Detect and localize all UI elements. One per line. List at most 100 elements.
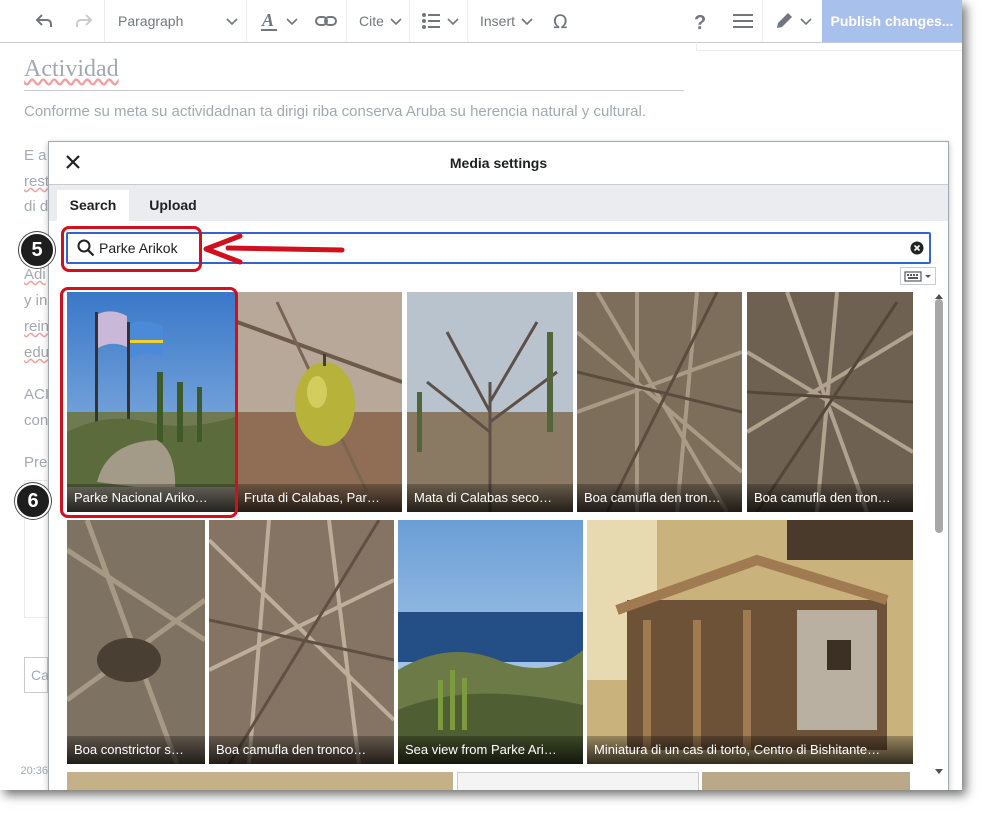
special-character-button[interactable]: Ω bbox=[552, 0, 572, 42]
dialog-tabs: Search Upload bbox=[49, 185, 948, 221]
chevron-down-icon bbox=[390, 13, 402, 29]
timestamp: 20:36 bbox=[20, 765, 48, 777]
insert-dropdown[interactable]: Insert bbox=[480, 0, 533, 42]
tab-upload[interactable]: Upload bbox=[137, 190, 209, 221]
search-highlight-box bbox=[61, 226, 202, 272]
media-result[interactable]: Sea view from Parke Ari… bbox=[398, 520, 583, 764]
media-result-caption: Boa constrictor s… bbox=[67, 736, 205, 764]
media-result[interactable]: Miniatura di un cas di torto, Centro di … bbox=[587, 520, 913, 764]
paragraph-fragment: rein bbox=[24, 318, 50, 335]
svg-text:A: A bbox=[261, 10, 274, 30]
boa-camouflage-photo-icon bbox=[209, 520, 394, 764]
tab-search[interactable]: Search bbox=[57, 190, 129, 221]
media-result-caption: Sea view from Parke Ari… bbox=[398, 736, 583, 764]
undo-button[interactable] bbox=[34, 0, 54, 42]
page-options-button[interactable] bbox=[733, 0, 753, 42]
paragraph-fragment: rest bbox=[24, 173, 50, 190]
media-result[interactable]: Mata di Calabas seco… bbox=[407, 292, 573, 512]
cite-dropdown[interactable]: Cite bbox=[359, 0, 402, 42]
paragraph-fragment: E a bbox=[24, 147, 47, 164]
insert-label: Insert bbox=[480, 13, 516, 29]
media-result[interactable]: Boa constrictor s… bbox=[67, 520, 205, 764]
media-result[interactable]: Fruta di Calabas, Par… bbox=[237, 292, 402, 512]
paragraph-fragment: edu bbox=[24, 344, 50, 361]
bullet-list-icon bbox=[422, 13, 440, 29]
toolbar-separator bbox=[246, 0, 247, 42]
paragraph-format-dropdown[interactable]: Paragraph bbox=[118, 0, 240, 42]
media-result-caption: Miniatura di un cas di torto, Centro di … bbox=[587, 736, 913, 764]
media-result[interactable] bbox=[457, 772, 699, 790]
media-result[interactable]: Boa camufla den tron… bbox=[747, 292, 913, 512]
link-button[interactable] bbox=[315, 0, 337, 42]
categories-label: Ca bbox=[31, 667, 49, 683]
chevron-down-icon bbox=[226, 13, 238, 29]
list-dropdown[interactable] bbox=[421, 0, 459, 42]
chevron-down-icon bbox=[286, 13, 298, 29]
boa-camouflage-photo-icon bbox=[577, 292, 742, 512]
dialog-title: Media settings bbox=[449, 155, 548, 171]
heading-divider bbox=[24, 90, 684, 91]
sidebar-panel bbox=[696, 42, 962, 51]
redo-button[interactable] bbox=[74, 0, 94, 42]
media-result-caption: Fruta di Calabas, Par… bbox=[237, 484, 402, 512]
paragraph-fragment: Adi bbox=[24, 266, 46, 283]
results-scrollbar[interactable] bbox=[932, 289, 946, 779]
chevron-down-icon bbox=[800, 13, 812, 29]
paragraph-fragment: con bbox=[24, 412, 49, 429]
media-result[interactable]: Boa camufla den tron… bbox=[577, 292, 742, 512]
help-icon: ? bbox=[694, 12, 706, 31]
boa-constrictor-photo-icon bbox=[67, 520, 205, 764]
sea-view-photo-icon bbox=[398, 520, 583, 764]
step-badge-5: 5 bbox=[19, 232, 55, 268]
section-heading-text: Actividad bbox=[24, 56, 119, 82]
media-result-caption: Boa camufla den tron… bbox=[747, 484, 913, 512]
text-style-icon: A bbox=[261, 10, 277, 31]
toolbar-separator bbox=[409, 0, 410, 42]
close-icon bbox=[66, 155, 80, 169]
section-heading: Actividad bbox=[24, 56, 119, 83]
paragraph-fragment: Pre bbox=[24, 454, 48, 471]
paragraph-fragment: di d bbox=[24, 198, 49, 215]
chevron-down-icon bbox=[521, 13, 533, 29]
input-method-button[interactable] bbox=[900, 267, 936, 285]
close-button[interactable] bbox=[63, 152, 83, 172]
svg-text:?: ? bbox=[694, 12, 706, 31]
media-result-caption: Boa camufla den tronco… bbox=[209, 736, 394, 764]
media-result-caption: Boa camufla den tron… bbox=[577, 484, 742, 512]
undo-icon bbox=[35, 14, 52, 27]
calabash-fruit-photo-icon bbox=[237, 292, 402, 512]
media-result-caption: Mata di Calabas seco… bbox=[407, 484, 573, 512]
boa-camouflage-photo-icon bbox=[747, 292, 913, 512]
paragraph-fragment: ACI bbox=[24, 386, 50, 403]
toolbar-separator bbox=[467, 0, 468, 42]
help-button[interactable]: ? bbox=[693, 0, 709, 42]
omega-icon: Ω bbox=[553, 11, 568, 31]
text-style-button[interactable]: A bbox=[260, 0, 298, 42]
publish-changes-button[interactable]: Publish changes... bbox=[822, 0, 962, 42]
categories-box[interactable]: Ca bbox=[24, 657, 49, 693]
media-result[interactable] bbox=[67, 772, 453, 790]
toolbar-separator bbox=[104, 0, 105, 42]
intro-paragraph: Conforme su meta su actividadnan ta diri… bbox=[24, 103, 646, 120]
cite-label: Cite bbox=[359, 13, 384, 29]
dialog-header: Media settings bbox=[49, 142, 948, 185]
clear-search-icon[interactable] bbox=[910, 241, 924, 255]
svg-text:Ω: Ω bbox=[553, 11, 568, 31]
chevron-down-icon bbox=[447, 13, 459, 29]
link-icon bbox=[315, 16, 337, 26]
media-result[interactable]: Boa camufla den tronco… bbox=[209, 520, 394, 764]
result-highlight-box bbox=[60, 287, 238, 518]
step-badge-6: 6 bbox=[15, 483, 51, 519]
menu-icon bbox=[733, 14, 753, 28]
miniature-house-photo-icon bbox=[587, 520, 913, 764]
edit-mode-dropdown[interactable] bbox=[774, 0, 812, 42]
toolbar-separator bbox=[762, 0, 763, 42]
paragraph-fragment: y in bbox=[24, 292, 48, 309]
media-result[interactable] bbox=[702, 772, 910, 790]
paragraph-format-label: Paragraph bbox=[118, 13, 184, 29]
keyboard-icon bbox=[904, 271, 931, 282]
pencil-icon bbox=[777, 13, 792, 28]
toolbar-separator bbox=[346, 0, 347, 42]
editor-toolbar: Paragraph A Cite Insert Ω ? Publish chan… bbox=[0, 0, 962, 43]
redo-icon bbox=[76, 14, 93, 27]
